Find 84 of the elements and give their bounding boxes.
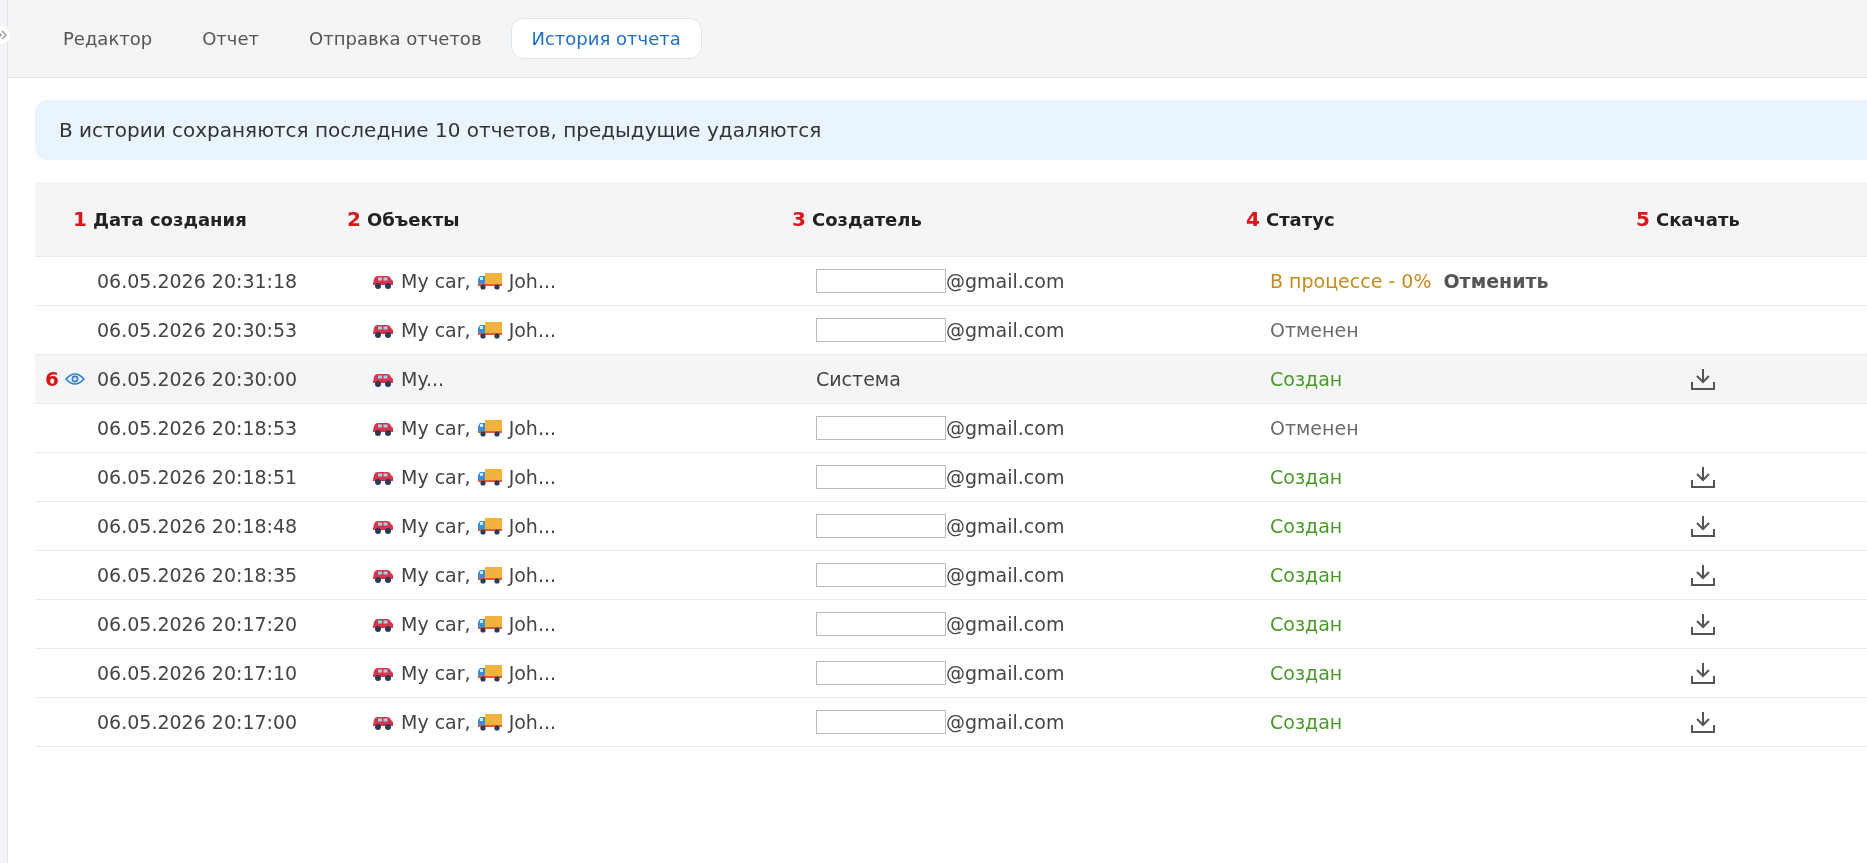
status-text: В процессе - 0% [1270,270,1432,292]
tab[interactable]: Отчет [181,18,281,59]
annotation-number: 3 [792,207,806,231]
truck-icon [476,321,503,339]
truck-icon [476,664,503,682]
status-text: Создан [1270,711,1343,733]
annotation-number: 2 [347,207,361,231]
column-header: Объекты [366,208,460,230]
creator-text: Система [816,368,901,390]
date-text: 06.05.2026 20:17:00 [97,711,299,733]
annotation-number: 5 [1636,207,1650,231]
tab[interactable]: История отчета [510,18,702,59]
object-name: My car, [401,515,471,537]
object-name: My car, [401,662,471,684]
date-text: 06.05.2026 20:18:35 [97,564,299,586]
truck-icon [476,468,503,486]
truck-icon [476,272,503,290]
object-name: Joh... [508,662,556,684]
creator-text: @gmail.com [946,466,1065,488]
object-name: My car, [401,564,471,586]
tab[interactable]: Отправка отчетов [288,18,503,59]
tab[interactable]: Редактор [42,18,174,59]
download-icon[interactable] [1690,367,1716,391]
date-text: 06.05.2026 20:30:53 [97,319,299,341]
creator-text: @gmail.com [946,613,1065,635]
status-text: Создан [1270,466,1343,488]
object-name: Joh... [508,417,556,439]
status-text: Создан [1270,368,1343,390]
object-name: Joh... [508,466,556,488]
status-text: Отменен [1270,319,1359,341]
annotation-number: 6 [45,367,59,391]
annotation-number: 4 [1246,207,1260,231]
download-icon[interactable] [1690,514,1716,538]
cancel-link[interactable]: Отменить [1443,270,1549,292]
annotation-number: 1 [73,207,87,231]
info-banner: В истории сохраняются последние 10 отчетов, предыдущие удаляются [35,100,1867,160]
download-icon[interactable] [1690,710,1716,734]
object-name: Joh... [508,270,556,292]
download-icon[interactable] [1690,563,1716,587]
object-name: My car, [401,270,471,292]
object-name: Joh... [508,711,556,733]
date-text: 06.05.2026 20:30:00 [97,368,299,390]
status-text: Создан [1270,515,1343,537]
object-name: Joh... [508,564,556,586]
object-name: Joh... [508,613,556,635]
date-text: 06.05.2026 20:18:48 [97,515,299,537]
truck-icon [476,517,503,535]
eye-icon[interactable] [65,372,85,386]
creator-text: @gmail.com [946,417,1065,439]
date-text: 06.05.2026 20:17:10 [97,662,299,684]
download-icon[interactable] [1690,612,1716,636]
object-name: Joh... [508,319,556,341]
status-text: Отменен [1270,417,1359,439]
download-icon[interactable] [1690,465,1716,489]
download-icon[interactable] [1690,661,1716,685]
column-header: Дата создания [92,208,247,230]
object-name: My car, [401,613,471,635]
creator-text: @gmail.com [946,711,1065,733]
date-text: 06.05.2026 20:17:20 [97,613,299,635]
status-text: Создан [1270,564,1343,586]
creator-text: @gmail.com [946,515,1065,537]
date-text: 06.05.2026 20:18:53 [97,417,299,439]
date-text: 06.05.2026 20:18:51 [97,466,299,488]
status-text: Создан [1270,613,1343,635]
truck-icon [476,419,503,437]
object-name: My car, [401,711,471,733]
object-name: My car, [401,466,471,488]
creator-text: @gmail.com [946,662,1065,684]
truck-icon [476,566,503,584]
truck-icon [476,615,503,633]
column-header: Статус [1265,208,1335,230]
date-text: 06.05.2026 20:31:18 [97,270,299,292]
object-name: My car, [401,417,471,439]
column-header: Создатель [811,208,922,230]
object-name: Joh... [508,515,556,537]
table-row[interactable]: 6 06.05.2026 20:30:00 My... Система Создан [35,355,1867,404]
creator-text: @gmail.com [946,564,1065,586]
creator-text: @gmail.com [946,319,1065,341]
column-header: Скачать [1655,208,1740,230]
object-name: My... [401,368,445,390]
creator-text: @gmail.com [946,270,1065,292]
object-name: My car, [401,319,471,341]
truck-icon [476,713,503,731]
status-text: Создан [1270,662,1343,684]
